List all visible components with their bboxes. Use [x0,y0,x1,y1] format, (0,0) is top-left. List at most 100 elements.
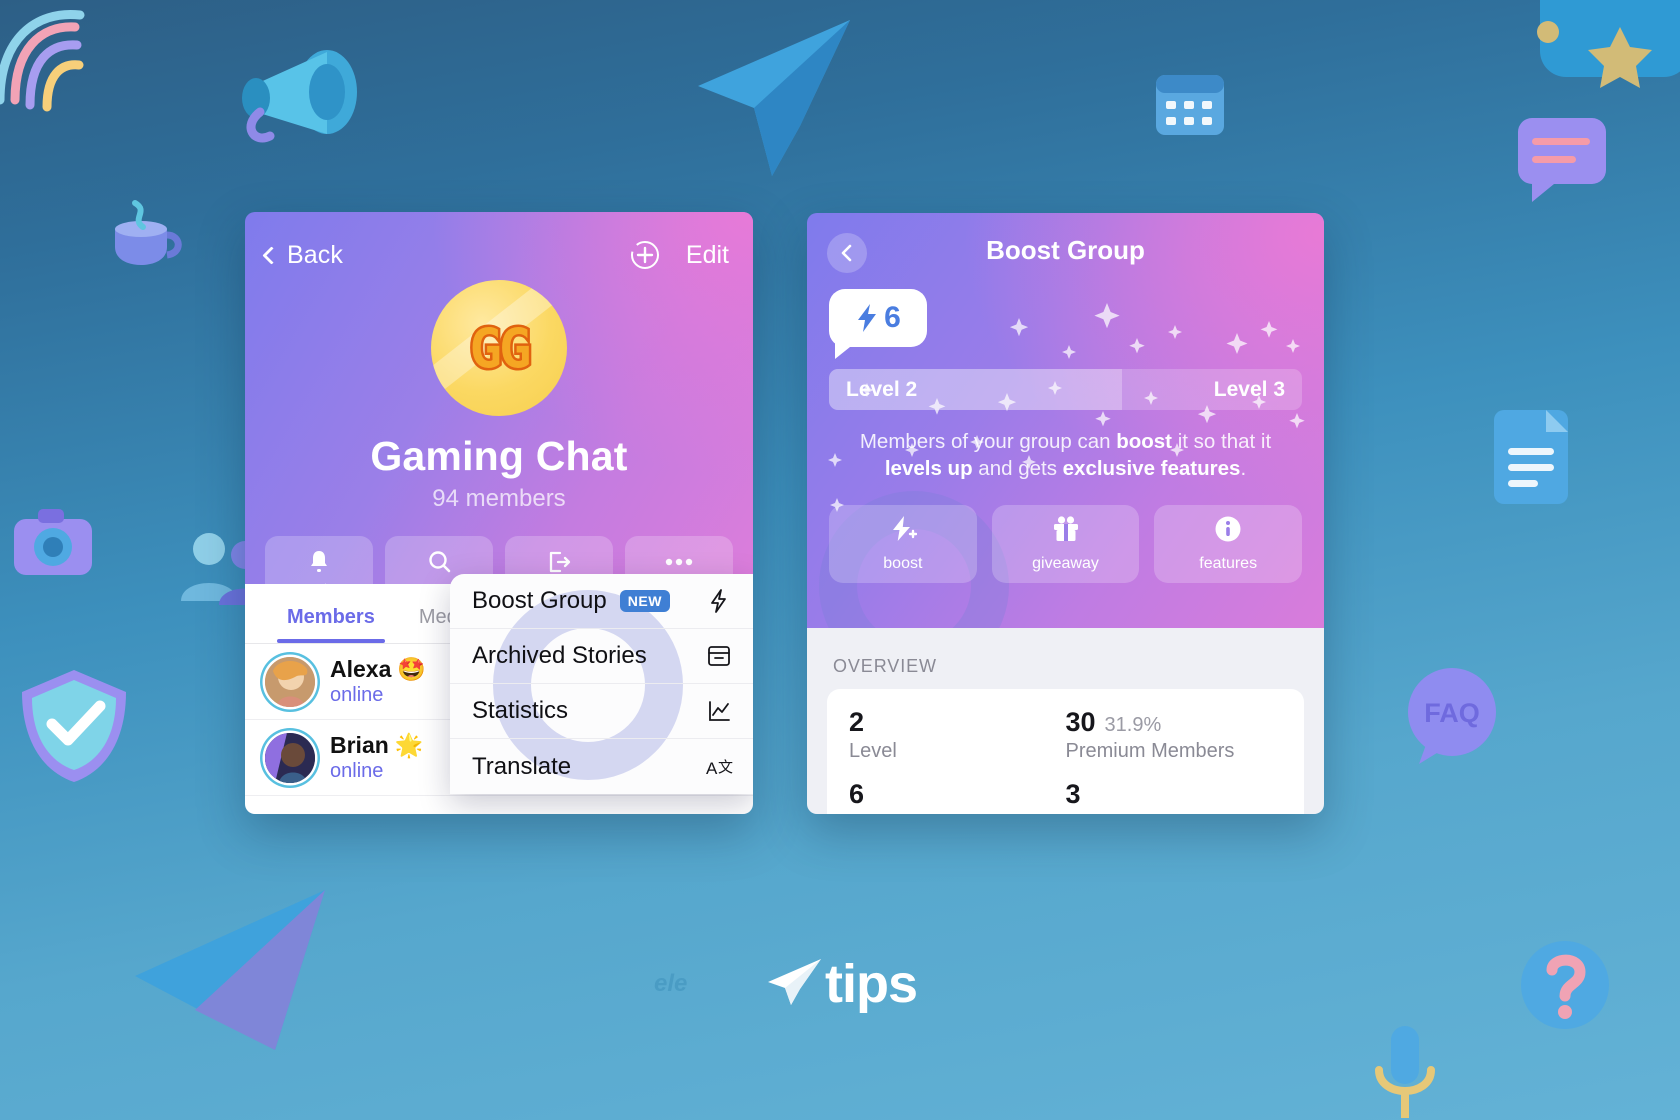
back-button[interactable]: Back [262,241,343,270]
boost-button[interactable]: boost [829,504,977,583]
menu-item-translate[interactable]: Translate A 文 [450,739,753,794]
profile-top-bar: Back Edit [245,212,753,270]
menu-item-left: Translate [472,753,571,781]
logo-mark: ele [654,970,688,997]
shield-check-icon [10,660,140,790]
overview-cell-3: 6 [849,779,1066,810]
overview-cell-premium-members: 30 31.9% Premium Members [1066,707,1283,763]
profile-top-bar-right: Edit [630,240,729,270]
search-icon [427,549,452,575]
overview-cell-level: 2 Level [849,707,1066,763]
boost-action-row: boost giveaway features [807,483,1324,583]
context-menu: Boost Group NEW Archived Stories Statist… [450,574,753,794]
desc-bold-2: levels up [884,457,973,481]
member-status: online [330,760,384,782]
next-level-label: Level 3 [1213,377,1285,401]
menu-item-label: Statistics [472,697,569,724]
avatar: GG [431,280,567,416]
overview-row: 2 Level 30 31.9% Premium Members [849,707,1282,763]
features-button[interactable]: features [1154,504,1303,583]
member-name: Alexa 🤩 [330,656,427,682]
overview-percent: 31.9% [1104,714,1162,736]
menu-item-archived-stories[interactable]: Archived Stories [450,629,753,684]
boost-top-bar: Boost Group [807,213,1324,273]
chevron-left-icon [262,245,281,265]
status-badge: NEW [619,590,670,612]
menu-item-boost-group[interactable]: Boost Group NEW [450,574,753,629]
overview-title: OVERVIEW [833,656,937,676]
avatar [265,732,315,783]
overview-value: 30 31.9% [1065,707,1162,737]
svg-text:FAQ: FAQ [1424,698,1480,728]
member-status: online [330,684,384,706]
profile-header-area: Back Edit GG Gaming Chat 94 members [245,212,753,612]
add-circle-icon[interactable] [630,240,660,270]
chat-bubble-icon [1510,110,1620,210]
paper-plane-icon [680,8,860,193]
megaphone-icon [222,40,367,150]
boost-group-screen: Boost Group 6 Level 2 Level 3 Members of… [807,213,1324,814]
profile-identity: GG Gaming Chat 94 members [245,280,753,513]
desc-part-3: and gets [972,457,1063,481]
features-label: features [1199,554,1258,572]
camera-icon [10,495,110,595]
member-emoji: 🤩 [397,656,427,682]
tab-members[interactable]: Members [265,584,397,643]
bell-icon [307,549,331,575]
boost-bolt-icon [889,515,918,548]
telegram-plane-icon [763,954,825,1015]
calendar-icon [1150,65,1230,143]
menu-item-left: Statistics [472,697,568,725]
site-logo: tips ele [0,953,1680,1015]
overview-value: 2 [849,707,865,737]
document-icon [1480,400,1590,515]
level-progress-bar: Level 2 Level 3 [829,369,1302,410]
boost-description: Members of your group can boost it so th… [807,410,1324,483]
faq-bubble-icon: FAQ [1395,660,1510,770]
list-item-text: Brian 🌟 online [330,732,423,783]
desc-bold-1: boost [1116,430,1173,453]
member-name: Brian 🌟 [330,732,424,758]
menu-item-left: Boost Group NEW [472,587,670,615]
svg-text:A: A [706,759,718,778]
menu-item-statistics[interactable]: Statistics [450,684,753,739]
translate-icon: A 文 [705,753,733,781]
overview-row: 6 3 [849,779,1282,810]
boost-label: boost [883,554,923,572]
desc-bold-3: exclusive features [1062,457,1241,481]
logo-word: tips [824,954,918,1014]
info-icon [1214,515,1242,548]
page-title: Gaming Chat [370,433,628,479]
boost-header-area: Boost Group 6 Level 2 Level 3 Members of… [807,213,1324,628]
overview-card: 2 Level 30 31.9% Premium Members 6 3 [827,689,1304,814]
menu-item-label: Archived Stories [472,642,647,669]
lightning-icon [705,587,733,615]
avatar-initials: GG [467,314,534,382]
svg-text:文: 文 [718,758,733,776]
page-background: FAQ Back Edit GG Gaming Chat 94 members … [0,0,1680,1120]
menu-item-left: Archived Stories [472,642,647,670]
leave-icon [546,549,572,575]
giveaway-button[interactable]: giveaway [991,504,1140,583]
boost-count-badge: 6 [829,289,927,359]
current-level-label: Level 2 [846,377,918,401]
overview-section: OVERVIEW 2 Level 30 31.9% Premium Member… [807,628,1324,814]
overview-label: Level [849,740,897,762]
menu-item-label: Boost Group [472,587,607,614]
fingerprint-icon [0,5,105,115]
desc-part-1: Members of your group can [859,430,1117,453]
giveaway-label: giveaway [1032,554,1099,572]
teacup-icon [105,195,185,275]
ellipsis-icon [664,549,694,575]
member-count: 94 members [432,485,566,512]
list-item-text: Alexa 🤩 online [330,656,426,707]
archive-icon [705,642,733,670]
overview-value: 3 [1065,779,1081,809]
edit-button[interactable]: Edit [686,241,729,270]
overview-cell-4: 3 [1066,779,1283,810]
overview-value: 6 [849,779,865,809]
page-title: Boost Group [986,235,1145,265]
menu-item-label: Translate [472,752,572,780]
lightning-icon [858,304,877,332]
member-emoji: 🌟 [394,732,424,758]
